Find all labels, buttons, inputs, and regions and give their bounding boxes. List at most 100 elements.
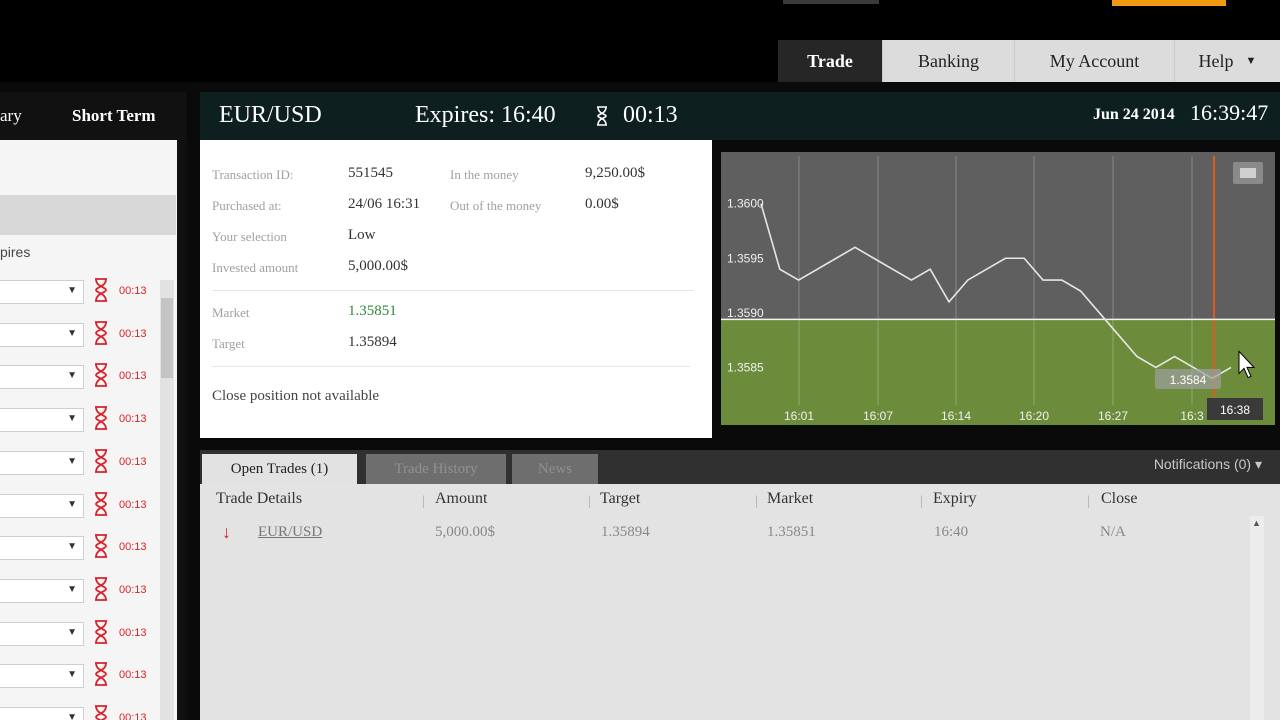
row-countdown: 00:13: [119, 285, 147, 297]
asset-pair: EUR/USD: [219, 102, 322, 128]
chevron-down-icon: ▼: [67, 669, 77, 681]
market-value: 1.35851: [348, 303, 397, 319]
chart-current-time: 16:38: [1220, 403, 1250, 417]
col-close: Close: [1101, 490, 1138, 507]
chevron-down-icon: ▼: [1245, 55, 1257, 67]
asset-select[interactable]: ▼: [0, 365, 84, 390]
hourglass-icon: [95, 662, 107, 687]
asset-select[interactable]: ▼: [0, 536, 84, 561]
col-separator: |: [1087, 494, 1090, 509]
asset-row[interactable]: ▼ 00:13: [0, 357, 160, 395]
asset-row[interactable]: ▼ 00:13: [0, 400, 160, 438]
col-separator: |: [920, 494, 923, 509]
price-chart[interactable]: 1.3600 1.3595 1.3590 1.3585 16:01 16:07 16:14 1…: [721, 152, 1275, 425]
chevron-down-icon: ▼: [67, 541, 77, 553]
left-asset-panel: pires ▼ 00:13 ▼ 00:13 ▼ 00:13 ▼ 00:13 ▼ 00:13 ▼ 00:…: [0, 140, 187, 720]
trade-details-panel: Transaction ID: 551545 Purchased at: 24/…: [200, 140, 712, 438]
row-countdown: 00:13: [119, 541, 147, 554]
invested-value: 5,000.00$: [348, 258, 408, 274]
row-asset-link[interactable]: EUR/USD: [258, 524, 322, 541]
col-expiry: Expiry: [933, 490, 977, 507]
asset-row[interactable]: ▼ 00:13: [0, 614, 160, 652]
asset-select[interactable]: ▼: [0, 322, 84, 347]
asset-select[interactable]: ▼: [0, 408, 84, 433]
asset-row[interactable]: ▼ 00:13: [0, 486, 160, 524]
row-countdown: 00:13: [119, 413, 147, 426]
tab-trade-history[interactable]: Trade History: [366, 454, 506, 484]
asset-row[interactable]: ▼ 00:13: [0, 443, 160, 481]
notifications-label: Notifications (0): [1153, 456, 1252, 472]
asset-select[interactable]: ▼: [0, 621, 84, 646]
hourglass-icon: [95, 448, 107, 473]
trade-header: EUR/USD Expires: 16:40 00:13 Jun 24 2014…: [200, 92, 1280, 140]
asset-select[interactable]: ▼: [0, 280, 84, 304]
open-trades-table: Trade Details | Amount | Target | Market…: [200, 484, 1280, 720]
left-scroll-thumb[interactable]: [161, 298, 173, 378]
chart-current-price: 1.3584: [1170, 373, 1207, 387]
chart-x-tick: 16:01: [784, 409, 814, 423]
row-countdown: 00:13: [119, 370, 147, 383]
bottom-tabs: Open Trades (1) Trade History News Notif…: [200, 450, 1280, 484]
selection-value: Low: [348, 227, 376, 243]
chevron-down-icon: ▼: [67, 327, 77, 339]
purchased-at-label: Purchased at:: [212, 198, 282, 213]
tab-open-trades-label: Open Trades (1): [230, 460, 329, 477]
left-tab-short-term[interactable]: Short Term: [72, 106, 156, 126]
hourglass-icon: [95, 406, 107, 430]
chart-x-tick: 16:14: [941, 409, 971, 423]
chart-x-tick: 16:27: [1098, 409, 1128, 423]
asset-select[interactable]: ▼: [0, 578, 84, 603]
left-filter-band: [0, 195, 176, 235]
current-clock: 16:39:47: [1190, 100, 1269, 125]
tab-trade-history-label: Trade History: [394, 460, 478, 477]
tab-news[interactable]: News: [512, 454, 598, 484]
asset-row[interactable]: ▼ 00:13: [0, 272, 160, 310]
chevron-down-icon: ▼: [67, 626, 77, 638]
nav-banking[interactable]: Banking: [882, 40, 1014, 82]
nav-help[interactable]: Help ▼: [1174, 40, 1280, 82]
col-separator: |: [422, 494, 425, 509]
row-market: 1.35851: [767, 524, 816, 540]
hourglass-icon: [95, 320, 107, 345]
notifications-dropdown[interactable]: Notifications (0) ▾: [1154, 456, 1262, 473]
chevron-down-icon: ▼: [67, 498, 77, 510]
col-trade-details: Trade Details: [216, 490, 303, 507]
hourglass-icon: [597, 106, 607, 126]
row-target: 1.35894: [601, 524, 650, 540]
nav-my-account[interactable]: My Account: [1014, 40, 1174, 82]
hourglass-icon: [95, 491, 107, 516]
asset-row[interactable]: ▼ 00:13: [0, 699, 160, 720]
expiry-time: Expires: 16:40: [415, 102, 556, 128]
tab-open-trades[interactable]: Open Trades (1): [202, 454, 357, 484]
close-position-note: Close position not available: [212, 388, 380, 404]
hourglass-icon: [95, 534, 107, 559]
asset-row[interactable]: ▼ 00:13: [0, 656, 160, 694]
asset-row[interactable]: ▼ 00:13: [0, 315, 160, 353]
selection-label: Your selection: [212, 229, 287, 244]
asset-row[interactable]: ▼ 00:13: [0, 571, 160, 609]
in-money-label: In the money: [450, 167, 519, 182]
chevron-down-icon: ▼: [67, 413, 77, 425]
table-scrollbar[interactable]: ▲: [1250, 516, 1264, 720]
target-label: Target: [212, 336, 245, 351]
chart-y-tick: 1.3585: [727, 360, 764, 374]
chart-x-tick: 16:3: [1180, 409, 1204, 423]
left-scrollbar[interactable]: [160, 280, 174, 720]
nav-trade[interactable]: Trade: [778, 40, 882, 82]
tab-news-label: News: [537, 460, 573, 477]
col-amount: Amount: [435, 490, 488, 507]
scroll-up-icon[interactable]: ▲: [1252, 518, 1261, 528]
asset-select[interactable]: ▼: [0, 450, 84, 475]
top-accent-gray: [783, 0, 879, 4]
asset-row[interactable]: ▼ 00:13: [0, 528, 160, 566]
details-divider-2: [212, 366, 690, 367]
expires-label: pires: [0, 244, 31, 260]
chart-x-tick: 16:07: [863, 409, 893, 423]
asset-select[interactable]: ▼: [0, 493, 84, 518]
asset-select[interactable]: ▼: [0, 664, 84, 689]
left-tabs: ary Short Term: [0, 92, 187, 140]
left-tab-partial[interactable]: ary: [0, 106, 22, 126]
asset-select[interactable]: ▼: [0, 707, 84, 720]
chart-y-tick: 1.3595: [727, 251, 764, 265]
countdown: 00:13: [623, 102, 678, 128]
